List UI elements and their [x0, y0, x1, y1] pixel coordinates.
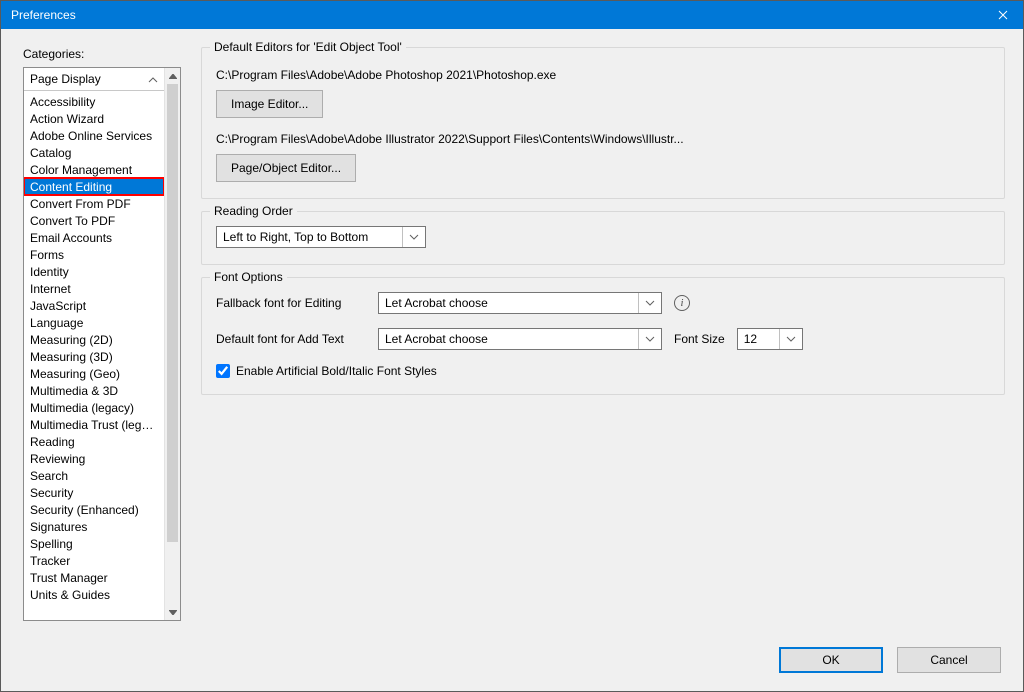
category-item[interactable]: Multimedia Trust (legacy) [24, 416, 164, 433]
image-editor-button[interactable]: Image Editor... [216, 90, 323, 118]
enable-artificial-label: Enable Artificial Bold/Italic Font Style… [236, 364, 437, 378]
category-item[interactable]: Units & Guides [24, 586, 164, 603]
addtext-font-select[interactable]: Let Acrobat choose [378, 328, 662, 350]
close-icon [998, 10, 1008, 20]
addtext-font-label: Default font for Add Text [216, 332, 366, 346]
font-size-value: 12 [744, 332, 757, 346]
reading-order-select[interactable]: Left to Right, Top to Bottom [216, 226, 426, 248]
category-item[interactable]: Reading [24, 433, 164, 450]
chevron-down-icon [402, 227, 419, 247]
category-item[interactable]: Language [24, 314, 164, 331]
category-item[interactable]: Signatures [24, 518, 164, 535]
font-size-select[interactable]: 12 [737, 328, 803, 350]
addtext-font-value: Let Acrobat choose [385, 332, 488, 346]
close-button[interactable] [983, 1, 1023, 29]
category-top-item[interactable]: Page Display [24, 68, 164, 91]
settings-column: Default Editors for 'Edit Object Tool' C… [201, 47, 1005, 633]
category-item[interactable]: Spelling [24, 535, 164, 552]
scroll-up-button[interactable] [165, 68, 180, 84]
category-items: AccessibilityAction WizardAdobe Online S… [24, 91, 164, 605]
category-item[interactable]: Measuring (Geo) [24, 365, 164, 382]
category-item[interactable]: Reviewing [24, 450, 164, 467]
font-size-label: Font Size [674, 332, 725, 346]
category-item[interactable]: Forms [24, 246, 164, 263]
category-item[interactable]: Color Management [24, 161, 164, 178]
ok-button[interactable]: OK [779, 647, 883, 673]
categories-inner: Page Display AccessibilityAction WizardA… [24, 68, 164, 620]
category-item[interactable]: Action Wizard [24, 110, 164, 127]
default-editors-title: Default Editors for 'Edit Object Tool' [210, 40, 406, 54]
window-title: Preferences [11, 8, 983, 22]
chevron-down-icon [779, 329, 796, 349]
image-editor-path: C:\Program Files\Adobe\Adobe Photoshop 2… [216, 68, 990, 82]
category-item[interactable]: Adobe Online Services [24, 127, 164, 144]
category-item[interactable]: Identity [24, 263, 164, 280]
category-item[interactable]: Internet [24, 280, 164, 297]
reading-order-title: Reading Order [210, 204, 297, 218]
default-editors-group: Default Editors for 'Edit Object Tool' C… [201, 47, 1005, 199]
page-editor-button[interactable]: Page/Object Editor... [216, 154, 356, 182]
category-item[interactable]: Security (Enhanced) [24, 501, 164, 518]
font-options-group: Font Options Fallback font for Editing L… [201, 277, 1005, 395]
category-item[interactable]: Accessibility [24, 93, 164, 110]
chevron-down-icon [638, 293, 655, 313]
category-item[interactable]: Email Accounts [24, 229, 164, 246]
category-item[interactable]: JavaScript [24, 297, 164, 314]
category-item[interactable]: Content Editing [24, 178, 164, 195]
content-area: Categories: Page Display AccessibilityAc… [1, 29, 1023, 633]
fallback-font-select[interactable]: Let Acrobat choose [378, 292, 662, 314]
category-item[interactable]: Convert From PDF [24, 195, 164, 212]
scroll-track[interactable] [165, 84, 180, 604]
scroll-thumb[interactable] [167, 84, 178, 542]
reading-order-group: Reading Order Left to Right, Top to Bott… [201, 211, 1005, 265]
fallback-font-value: Let Acrobat choose [385, 296, 488, 310]
category-top-label: Page Display [30, 72, 101, 86]
category-item[interactable]: Convert To PDF [24, 212, 164, 229]
scroll-down-button[interactable] [165, 604, 180, 620]
preferences-dialog: Preferences Categories: Page Display [0, 0, 1024, 692]
categories-column: Categories: Page Display AccessibilityAc… [23, 47, 181, 633]
chevron-down-icon [638, 329, 655, 349]
enable-artificial-checkbox[interactable] [216, 364, 230, 378]
category-item[interactable]: Security [24, 484, 164, 501]
categories-list: Page Display AccessibilityAction WizardA… [23, 67, 181, 621]
dialog-footer: OK Cancel [1, 633, 1023, 691]
cancel-button[interactable]: Cancel [897, 647, 1001, 673]
titlebar: Preferences [1, 1, 1023, 29]
category-item[interactable]: Measuring (3D) [24, 348, 164, 365]
category-item[interactable]: Catalog [24, 144, 164, 161]
fallback-font-label: Fallback font for Editing [216, 296, 366, 310]
dialog-body: Categories: Page Display AccessibilityAc… [1, 29, 1023, 691]
categories-scrollbar[interactable] [164, 68, 180, 620]
info-icon[interactable]: i [674, 295, 690, 311]
category-item[interactable]: Tracker [24, 552, 164, 569]
category-item[interactable]: Multimedia & 3D [24, 382, 164, 399]
categories-label: Categories: [23, 47, 181, 61]
reading-order-value: Left to Right, Top to Bottom [223, 230, 368, 244]
page-editor-path: C:\Program Files\Adobe\Adobe Illustrator… [216, 132, 990, 146]
category-item[interactable]: Measuring (2D) [24, 331, 164, 348]
category-item[interactable]: Trust Manager [24, 569, 164, 586]
category-item[interactable]: Search [24, 467, 164, 484]
font-options-title: Font Options [210, 270, 287, 284]
category-item[interactable]: Multimedia (legacy) [24, 399, 164, 416]
chevron-up-icon [148, 72, 158, 86]
